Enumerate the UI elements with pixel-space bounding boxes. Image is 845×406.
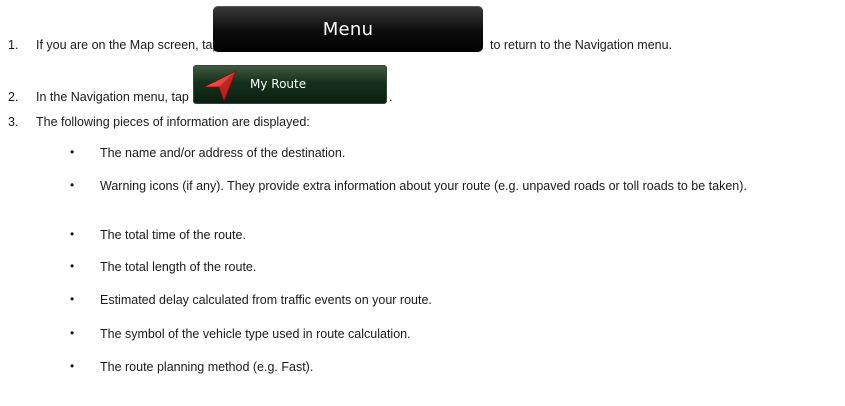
my-route-button[interactable]: My Route: [193, 65, 387, 104]
bullet-dot: •: [70, 259, 75, 273]
menu-button[interactable]: Menu: [213, 6, 483, 52]
bullet-dot: •: [70, 227, 75, 241]
bullet-dot: •: [70, 359, 75, 373]
bullet-dot: •: [70, 292, 75, 306]
list-item-text: Warning icons (if any). They provide ext…: [100, 179, 747, 193]
step-text-after: to return to the Navigation menu.: [490, 38, 673, 52]
list-item-text: The name and/or address of the destinati…: [100, 146, 346, 160]
list-item-text: The total time of the route.: [100, 228, 246, 242]
step-text: The following pieces of information are …: [36, 115, 310, 129]
list-item-text: The total length of the route.: [100, 260, 257, 274]
step-text: If you are on the Map screen, tap: [36, 38, 220, 52]
step-text: In the Navigation menu, tap: [36, 90, 189, 104]
step-number: 1.: [8, 38, 19, 52]
list-item-text: The symbol of the vehicle type used in r…: [100, 327, 411, 341]
step-number: 3.: [8, 115, 19, 129]
list-item-text: Estimated delay calculated from traffic …: [100, 293, 432, 307]
route-arrow-icon: [203, 70, 237, 102]
bullet-dot: •: [70, 145, 75, 159]
step-number: 2.: [8, 90, 19, 104]
bullet-dot: •: [70, 178, 75, 192]
step-text-after: .: [389, 90, 393, 104]
bullet-dot: •: [70, 326, 75, 340]
my-route-label: My Route: [250, 77, 307, 91]
menu-button-label: Menu: [322, 19, 374, 40]
list-item-text: The route planning method (e.g. Fast).: [100, 360, 314, 374]
